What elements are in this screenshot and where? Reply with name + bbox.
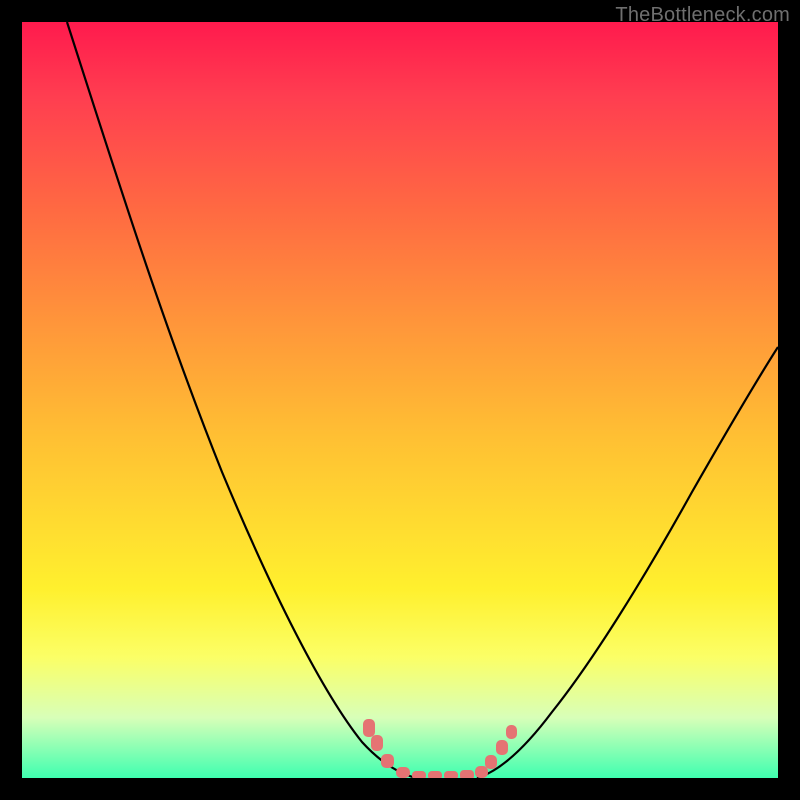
marker-dot	[371, 735, 383, 751]
marker-dot	[485, 755, 497, 769]
marker-dot	[396, 767, 410, 778]
marker-dot	[381, 754, 394, 768]
watermark-text: TheBottleneck.com	[615, 4, 790, 27]
marker-dot	[475, 766, 488, 778]
right-curve-line	[477, 347, 778, 778]
marker-dot	[506, 725, 517, 739]
left-curve-line	[67, 22, 417, 778]
marker-dot	[444, 771, 458, 778]
marker-dot	[496, 740, 508, 755]
marker-dot	[412, 771, 426, 778]
chart-svg	[22, 22, 778, 778]
marker-dot	[460, 770, 474, 778]
chart-area	[22, 22, 778, 778]
marker-dot	[363, 719, 375, 737]
marker-dot	[428, 771, 442, 778]
